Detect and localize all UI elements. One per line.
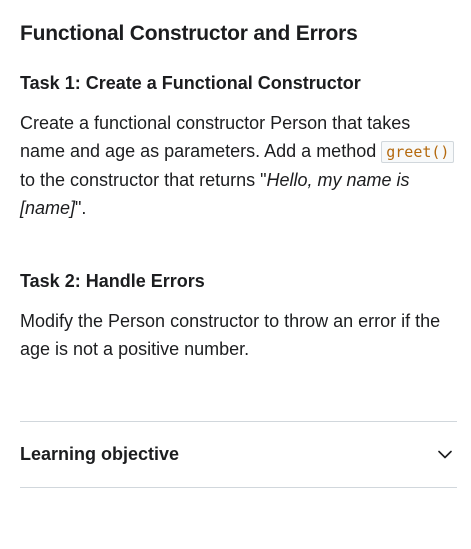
task2-description: Modify the Person constructor to throw a…: [20, 311, 441, 359]
task1-text-before-code: Create a functional constructor Person t…: [20, 113, 411, 161]
accordion-bottom-divider: [20, 487, 457, 488]
task2-heading: Task 2: Handle Errors: [20, 271, 205, 291]
inline-code-greet: greet(): [381, 141, 455, 163]
content-panel: Functional Constructor and Errors Task 1…: [0, 0, 471, 549]
chevron-down-icon[interactable]: [437, 447, 453, 463]
task1-description: Create a functional constructor Person t…: [20, 109, 460, 222]
task1-text-after-code: to the constructor that returns ": [20, 170, 267, 190]
task1-text-end: ".: [75, 198, 87, 218]
page-title: Functional Constructor and Errors: [20, 22, 358, 45]
task1-heading: Task 1: Create a Functional Constructor: [20, 73, 361, 93]
learning-objective-accordion[interactable]: Learning objective: [20, 422, 457, 487]
accordion-label: Learning objective: [20, 444, 180, 464]
